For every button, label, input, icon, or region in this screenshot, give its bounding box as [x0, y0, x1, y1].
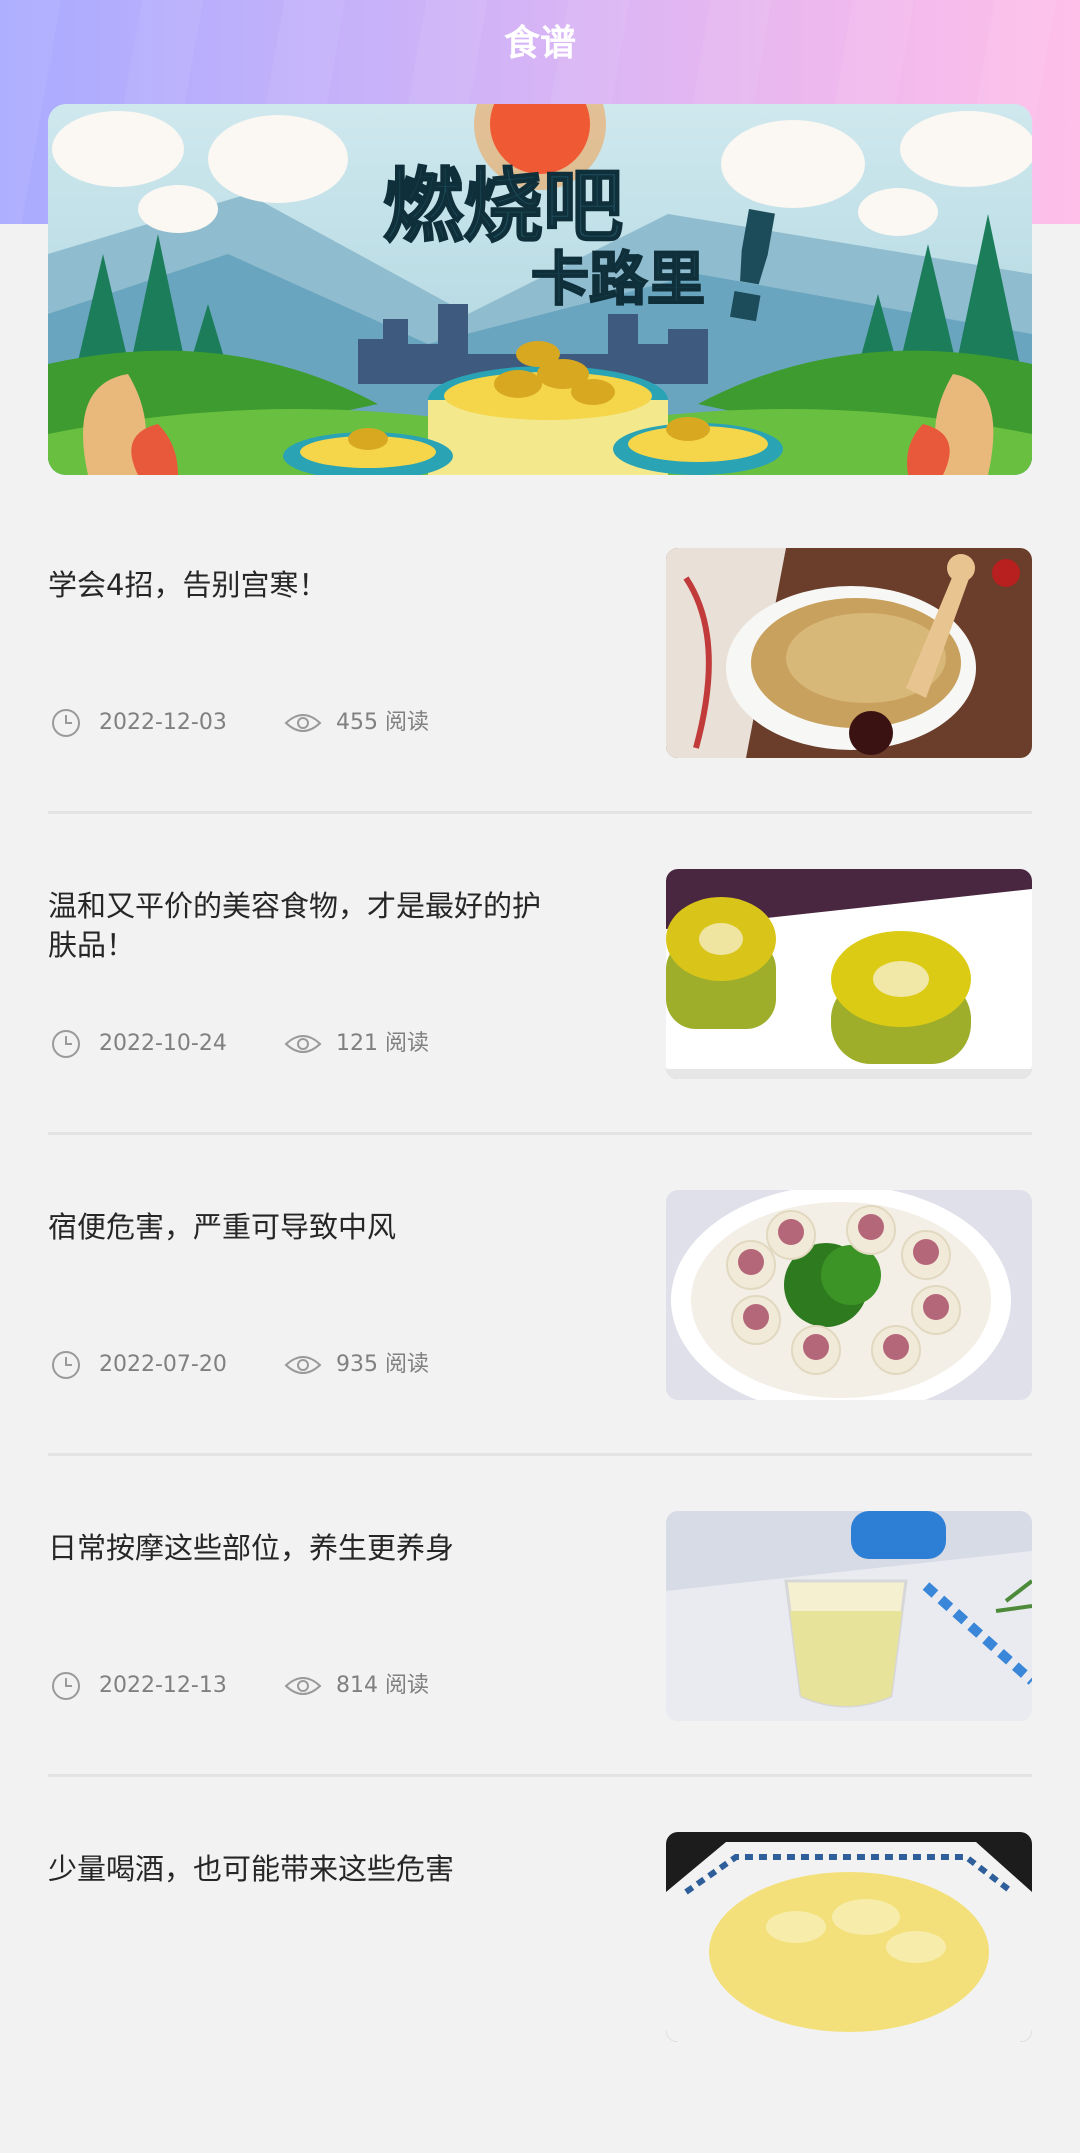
article-title[interactable]: 学会4招，告别宫寒！ [48, 566, 568, 605]
article-views: 121 阅读 [336, 1031, 429, 1056]
article-thumbnail[interactable] [666, 548, 1032, 758]
clock-icon [52, 1672, 80, 1700]
article-date: 2022-07-20 [99, 1352, 227, 1377]
page-title: 食谱 [503, 23, 576, 64]
article-thumbnail[interactable] [666, 1190, 1032, 1400]
article-item[interactable]: 宿便危害，严重可导致中风 2022-07-20 935 阅读 [48, 1190, 1032, 1511]
divider [48, 1132, 1032, 1135]
article-date: 2022-12-03 [99, 710, 227, 735]
article-views: 935 阅读 [336, 1352, 429, 1377]
clock-icon [52, 709, 80, 737]
divider [48, 811, 1032, 814]
article-thumbnail[interactable] [666, 1511, 1032, 1721]
article-date: 2022-10-24 [99, 1031, 227, 1056]
article-item[interactable]: 温和又平价的美容食物，才是最好的护肤品！ 2022-10-24 121 阅读 [48, 869, 1032, 1190]
clock-icon [52, 1030, 80, 1058]
article-thumbnail[interactable] [666, 869, 1032, 1079]
article-title[interactable]: 宿便危害，严重可导致中风 [48, 1208, 568, 1247]
article-title[interactable]: 日常按摩这些部位，养生更养身 [48, 1529, 568, 1568]
article-meta: 2022-10-24 121 阅读 [48, 1026, 568, 1062]
svg-text:燃烧吧: 燃烧吧 [383, 160, 623, 253]
article-thumbnail[interactable] [666, 1832, 1032, 2042]
article-views: 814 阅读 [336, 1673, 429, 1698]
promo-banner[interactable]: 燃烧吧 卡路里 ! [48, 104, 1032, 475]
article-title[interactable]: 少量喝酒，也可能带来这些危害 [48, 1850, 568, 1889]
eye-icon [284, 1356, 322, 1374]
svg-text:卡路里: 卡路里 [531, 245, 705, 313]
clock-icon [52, 1351, 80, 1379]
article-meta: 2022-07-20 935 阅读 [48, 1347, 568, 1383]
article-meta: 2022-12-03 455 阅读 [48, 705, 568, 741]
article-item[interactable]: 日常按摩这些部位，养生更养身 2022-12-13 814 阅读 [48, 1511, 1032, 1832]
article-views: 455 阅读 [336, 710, 429, 735]
article-title[interactable]: 温和又平价的美容食物，才是最好的护肤品！ [48, 887, 568, 965]
eye-icon [284, 714, 322, 732]
divider [48, 1774, 1032, 1777]
eye-icon [284, 1677, 322, 1695]
article-item[interactable]: 少量喝酒，也可能带来这些危害 [48, 1832, 1032, 2153]
article-meta: 2022-12-13 814 阅读 [48, 1668, 568, 1704]
article-date: 2022-12-13 [99, 1673, 227, 1698]
article-item[interactable]: 学会4招，告别宫寒！ 2022-12-03 455 阅读 [48, 548, 1032, 869]
divider [48, 1453, 1032, 1456]
eye-icon [284, 1035, 322, 1053]
article-list: 学会4招，告别宫寒！ 2022-12-03 455 阅读 温和又平价的美容食物，… [48, 548, 1032, 2153]
